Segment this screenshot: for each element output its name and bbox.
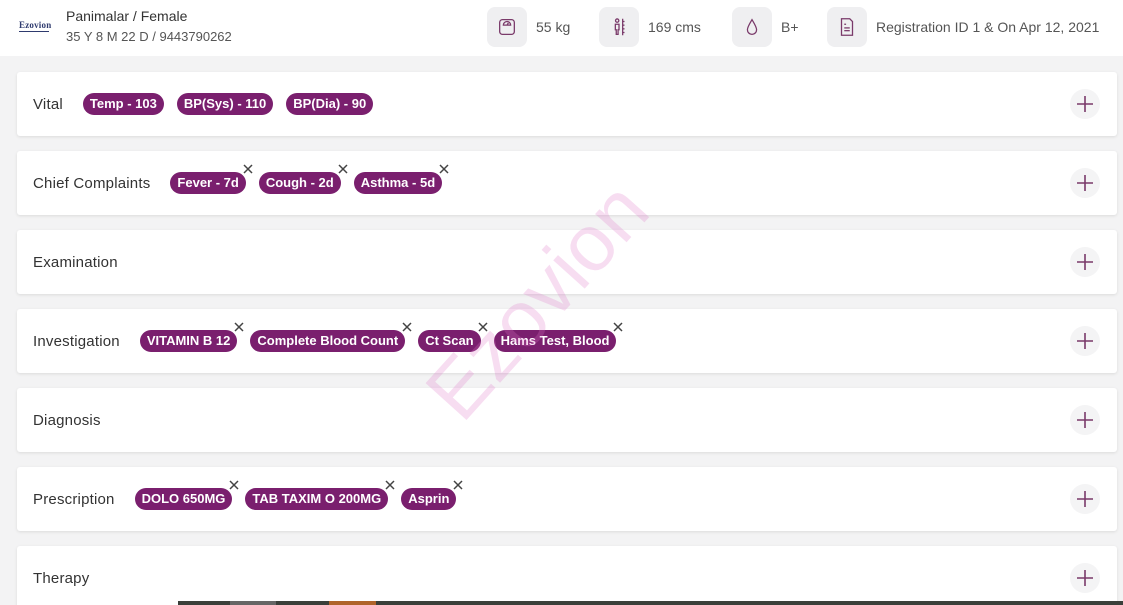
weight-value: 55 kg xyxy=(536,19,571,35)
prescription-chip[interactable]: Asprin xyxy=(401,480,463,510)
logo: Ezovion xyxy=(19,20,52,30)
height-value: 169 cms xyxy=(648,19,701,35)
section-title: Examination xyxy=(33,253,118,271)
plus-icon xyxy=(1077,491,1093,507)
vital-chip[interactable]: BP(Sys) - 110 xyxy=(176,93,274,115)
vital-chips: Temp - 103 BP(Sys) - 110 BP(Dia) - 90 xyxy=(82,93,386,115)
section-title: Therapy xyxy=(33,569,90,587)
patient-header: Ezovion Panimalar / Female 35 Y 8 M 22 D… xyxy=(0,0,1123,56)
remove-chip-button[interactable] xyxy=(227,478,241,492)
prescription-chip[interactable]: DOLO 650MG xyxy=(134,480,239,510)
patient-age-phone: 35 Y 8 M 22 D / 9443790262 xyxy=(66,29,232,44)
section-title: Prescription xyxy=(33,490,115,508)
close-icon xyxy=(234,322,244,332)
chip-label: TAB TAXIM O 200MG xyxy=(252,491,382,506)
close-icon xyxy=(402,322,412,332)
chip-label: Fever - 7d xyxy=(177,175,239,190)
remove-chip-button[interactable] xyxy=(383,478,397,492)
section-vital: Vital Temp - 103 BP(Sys) - 110 BP(Dia) -… xyxy=(17,72,1117,136)
remove-chip-button[interactable] xyxy=(241,162,255,176)
complaint-chips: Fever - 7d Cough - 2d Asthma - 5d xyxy=(170,164,455,194)
close-icon xyxy=(385,480,395,490)
blood-drop-icon xyxy=(732,7,772,47)
remove-chip-button[interactable] xyxy=(232,320,246,334)
prescription-chips: DOLO 650MG TAB TAXIM O 200MG Asprin xyxy=(134,480,470,510)
add-diagnosis-button[interactable] xyxy=(1070,405,1100,435)
patient-name: Panimalar / Female xyxy=(66,8,188,24)
section-title: Diagnosis xyxy=(33,411,101,429)
chip-label: Hams Test, Blood xyxy=(500,333,610,348)
taskbar-strip xyxy=(178,601,1123,605)
plus-icon xyxy=(1077,333,1093,349)
taskbar-segment xyxy=(230,601,276,605)
plus-icon xyxy=(1077,175,1093,191)
registration-stat: Registration ID 1 & On Apr 12, 2021 xyxy=(827,7,1099,47)
add-vital-button[interactable] xyxy=(1070,89,1100,119)
remove-chip-button[interactable] xyxy=(476,320,490,334)
patient-info: Panimalar / Female 35 Y 8 M 22 D / 94437… xyxy=(66,7,232,46)
section-prescription: Prescription DOLO 650MG TAB TAXIM O 200M… xyxy=(17,467,1117,531)
add-complaint-button[interactable] xyxy=(1070,168,1100,198)
chip-label: DOLO 650MG xyxy=(141,491,226,506)
weight-stat: 55 kg xyxy=(487,7,570,47)
investigation-chip[interactable]: Complete Blood Count xyxy=(250,322,412,352)
chip-label: Ct Scan xyxy=(425,333,474,348)
complaint-chip[interactable]: Cough - 2d xyxy=(258,164,348,194)
investigation-chip[interactable]: VITAMIN B 12 xyxy=(139,322,244,352)
close-icon xyxy=(243,164,253,174)
investigation-chip[interactable]: Ct Scan xyxy=(418,322,488,352)
plus-icon xyxy=(1077,96,1093,112)
investigation-chip[interactable]: Hams Test, Blood xyxy=(493,322,623,352)
complaint-chip[interactable]: Fever - 7d xyxy=(170,164,253,194)
chip-label: Asprin xyxy=(408,491,450,506)
section-therapy: Therapy xyxy=(17,546,1117,605)
height-measure-icon xyxy=(599,7,639,47)
section-examination: Examination xyxy=(17,230,1117,294)
close-icon xyxy=(439,164,449,174)
section-investigation: Investigation VITAMIN B 12 Complete Bloo… xyxy=(17,309,1117,373)
investigation-chips: VITAMIN B 12 Complete Blood Count Ct Sca… xyxy=(139,322,630,352)
close-icon xyxy=(338,164,348,174)
blood-group-value: B+ xyxy=(781,19,799,35)
remove-chip-button[interactable] xyxy=(611,320,625,334)
plus-icon xyxy=(1077,412,1093,428)
remove-chip-button[interactable] xyxy=(400,320,414,334)
add-therapy-button[interactable] xyxy=(1070,563,1100,593)
section-title: Vital xyxy=(33,95,63,113)
close-icon xyxy=(453,480,463,490)
close-icon xyxy=(613,322,623,332)
chip-label: Asthma - 5d xyxy=(360,175,436,190)
document-icon xyxy=(827,7,867,47)
chip-label: Cough - 2d xyxy=(265,175,334,190)
add-prescription-button[interactable] xyxy=(1070,484,1100,514)
add-investigation-button[interactable] xyxy=(1070,326,1100,356)
close-icon xyxy=(478,322,488,332)
vital-chip[interactable]: BP(Dia) - 90 xyxy=(286,93,374,115)
plus-icon xyxy=(1077,254,1093,270)
vital-chip[interactable]: Temp - 103 xyxy=(82,93,164,115)
section-chief-complaints: Chief Complaints Fever - 7d Cough - 2d A… xyxy=(17,151,1117,215)
add-examination-button[interactable] xyxy=(1070,247,1100,277)
section-title: Investigation xyxy=(33,332,120,350)
chip-label: Complete Blood Count xyxy=(257,333,399,348)
weighing-scale-icon xyxy=(487,7,527,47)
blood-group-stat: B+ xyxy=(732,7,799,47)
height-stat: 169 cms xyxy=(599,7,701,47)
remove-chip-button[interactable] xyxy=(336,162,350,176)
chip-label: VITAMIN B 12 xyxy=(146,333,231,348)
registration-value: Registration ID 1 & On Apr 12, 2021 xyxy=(876,19,1100,35)
taskbar-segment xyxy=(329,601,376,605)
prescription-chip[interactable]: TAB TAXIM O 200MG xyxy=(245,480,395,510)
section-diagnosis: Diagnosis xyxy=(17,388,1117,452)
close-icon xyxy=(229,480,239,490)
plus-icon xyxy=(1077,570,1093,586)
remove-chip-button[interactable] xyxy=(437,162,451,176)
remove-chip-button[interactable] xyxy=(451,478,465,492)
complaint-chip[interactable]: Asthma - 5d xyxy=(353,164,449,194)
section-title: Chief Complaints xyxy=(33,174,151,192)
